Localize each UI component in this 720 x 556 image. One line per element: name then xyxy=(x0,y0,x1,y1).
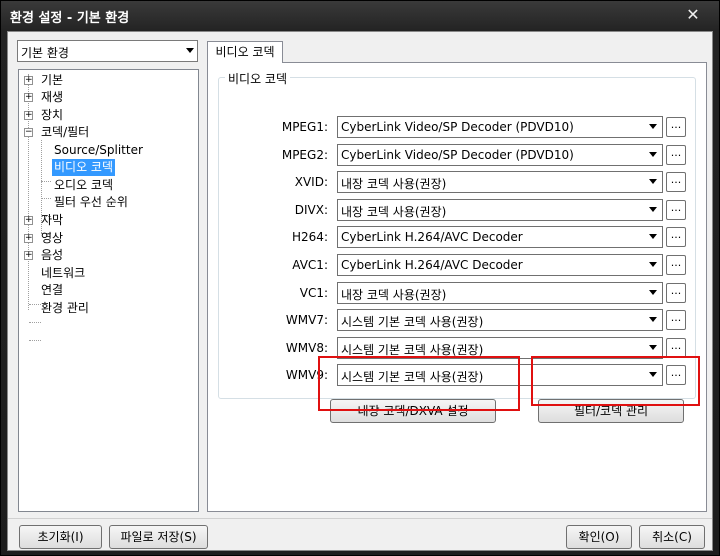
codec-select-value: 내장 코덱 사용(권장) xyxy=(341,204,447,219)
chevron-down-icon xyxy=(649,289,657,295)
expand-icon[interactable]: + xyxy=(24,111,33,120)
codec-options-button[interactable]: ... xyxy=(666,337,686,358)
chevron-down-icon xyxy=(649,344,657,350)
tree-item-label: 환경 관리 xyxy=(41,301,89,315)
chevron-down-icon xyxy=(649,206,657,212)
chevron-down-icon xyxy=(649,124,657,129)
tree-item-label: 자막 xyxy=(41,213,64,227)
codec-label: MPEG2: xyxy=(281,147,328,162)
tree-item-label: 비디오 코덱 xyxy=(52,159,116,176)
chevron-down-icon xyxy=(649,179,657,185)
chevron-down-icon xyxy=(649,262,657,267)
cancel-button[interactable]: 취소(C) xyxy=(639,525,705,549)
tree-item-label: 장치 xyxy=(41,108,64,122)
dialog-client-area: 기본 환경 + 기본 + 재생 + 장치 − 코덱/필터 Source/Spli… xyxy=(7,31,713,551)
codec-select[interactable]: 시스템 기본 코덱 사용(권장) xyxy=(337,309,663,332)
tree-item-label: 네트워크 xyxy=(41,266,86,280)
codec-select-value: CyberLink Video/SP Decoder (PDVD10) xyxy=(341,120,574,134)
codec-select[interactable]: 내장 코덱 사용(권장) xyxy=(337,281,663,304)
tree-item-label: 코덱/필터 xyxy=(41,125,90,139)
tree-item-label: 영상 xyxy=(41,231,64,245)
codec-label: H264: xyxy=(292,230,328,245)
codec-select-value: CyberLink Video/SP Decoder (PDVD10) xyxy=(341,147,574,162)
codec-select[interactable]: CyberLink H.264/AVC Decoder xyxy=(337,226,663,249)
tree-item-label: Source/Splitter xyxy=(54,143,143,157)
chevron-down-icon xyxy=(186,48,194,53)
tree-item-label: 재생 xyxy=(41,90,64,104)
highlight-box xyxy=(531,356,700,406)
settings-tree[interactable]: + 기본 + 재생 + 장치 − 코덱/필터 Source/Splitter 비… xyxy=(18,69,199,512)
codec-options-button[interactable]: ... xyxy=(666,199,686,220)
codec-select-value: 내장 코덱 사용(권장) xyxy=(341,287,447,302)
codec-options-button[interactable]: ... xyxy=(666,172,686,193)
codec-label: XVID: xyxy=(294,175,328,190)
codec-label: DIVX: xyxy=(294,202,328,217)
tree-connector xyxy=(29,340,41,341)
codec-label: AVC1: xyxy=(292,258,328,272)
chevron-down-icon xyxy=(649,317,657,323)
chevron-down-icon xyxy=(649,234,657,240)
codec-select[interactable]: CyberLink Video/SP Decoder (PDVD10) xyxy=(337,116,663,138)
ok-button[interactable]: 확인(O) xyxy=(566,525,632,549)
close-icon[interactable]: ✕ xyxy=(683,5,703,25)
category-dropdown[interactable]: 기본 환경 xyxy=(17,40,198,62)
codec-options-button[interactable]: ... xyxy=(666,255,686,275)
codec-select-value: CyberLink H.264/AVC Decoder xyxy=(341,258,523,272)
chevron-down-icon xyxy=(649,151,657,157)
group-legend: 비디오 코덱 xyxy=(225,70,291,87)
preferences-window: 환경 설정 - 기본 환경 ✕ 기본 환경 + 기본 + 재생 + 장치 − 코… xyxy=(0,0,720,556)
codec-label: MPEG1: xyxy=(281,120,328,134)
codec-select-value: 시스템 기본 코덱 사용(권장) xyxy=(341,315,484,330)
tree-connector xyxy=(41,181,51,182)
title-bar[interactable]: 환경 설정 - 기본 환경 ✕ xyxy=(1,1,719,31)
codec-label: VC1: xyxy=(299,285,328,300)
expand-icon[interactable]: + xyxy=(24,251,33,260)
codec-label: WMV7: xyxy=(285,313,328,328)
codec-label: WMV8: xyxy=(285,340,328,355)
tab-video-codec[interactable]: 비디오 코덱 xyxy=(207,41,283,63)
window-title: 환경 설정 - 기본 환경 xyxy=(10,11,130,26)
codec-options-button[interactable]: ... xyxy=(666,117,686,137)
footer-divider xyxy=(8,518,712,519)
expand-icon[interactable]: + xyxy=(24,93,33,102)
tree-item-label: 필터 우선 순위 xyxy=(54,195,128,209)
collapse-icon[interactable]: − xyxy=(24,128,33,137)
codec-options-button[interactable]: ... xyxy=(666,310,686,331)
category-dropdown-value: 기본 환경 xyxy=(21,46,69,60)
reset-button[interactable]: 초기화(I) xyxy=(19,525,102,549)
codec-select[interactable]: CyberLink Video/SP Decoder (PDVD10) xyxy=(337,143,663,166)
tree-item-label: 기본 xyxy=(41,73,64,87)
expand-icon[interactable]: + xyxy=(24,76,33,85)
tree-connector xyxy=(29,322,41,323)
codec-select[interactable]: CyberLink H.264/AVC Decoder xyxy=(337,254,663,276)
save-to-file-button[interactable]: 파일로 저장(S) xyxy=(109,525,208,549)
tab-panel: 비디오 코덱 내장 코덱/DXVA 설정 필터/코덱 관리 MPEG1: Cybe… xyxy=(207,62,707,512)
expand-icon[interactable]: + xyxy=(24,216,33,225)
expand-icon[interactable]: + xyxy=(24,234,33,243)
codec-options-button[interactable]: ... xyxy=(666,227,686,248)
tree-item-label: 음성 xyxy=(41,248,64,262)
codec-label: WMV9: xyxy=(285,368,328,383)
codec-select[interactable]: 내장 코덱 사용(권장) xyxy=(337,171,663,194)
highlight-box xyxy=(318,356,520,411)
codec-select-value: 내장 코덱 사용(권장) xyxy=(341,177,447,192)
codec-select-value: CyberLink H.264/AVC Decoder xyxy=(341,230,523,245)
codec-options-button[interactable]: ... xyxy=(666,144,686,165)
tree-connector xyxy=(41,198,51,199)
codec-options-button[interactable]: ... xyxy=(666,282,686,303)
codec-select[interactable]: 내장 코덱 사용(권장) xyxy=(337,198,663,221)
tree-item-label: 연결 xyxy=(41,283,64,297)
tree-item-label: 오디오 코덱 xyxy=(54,178,114,192)
